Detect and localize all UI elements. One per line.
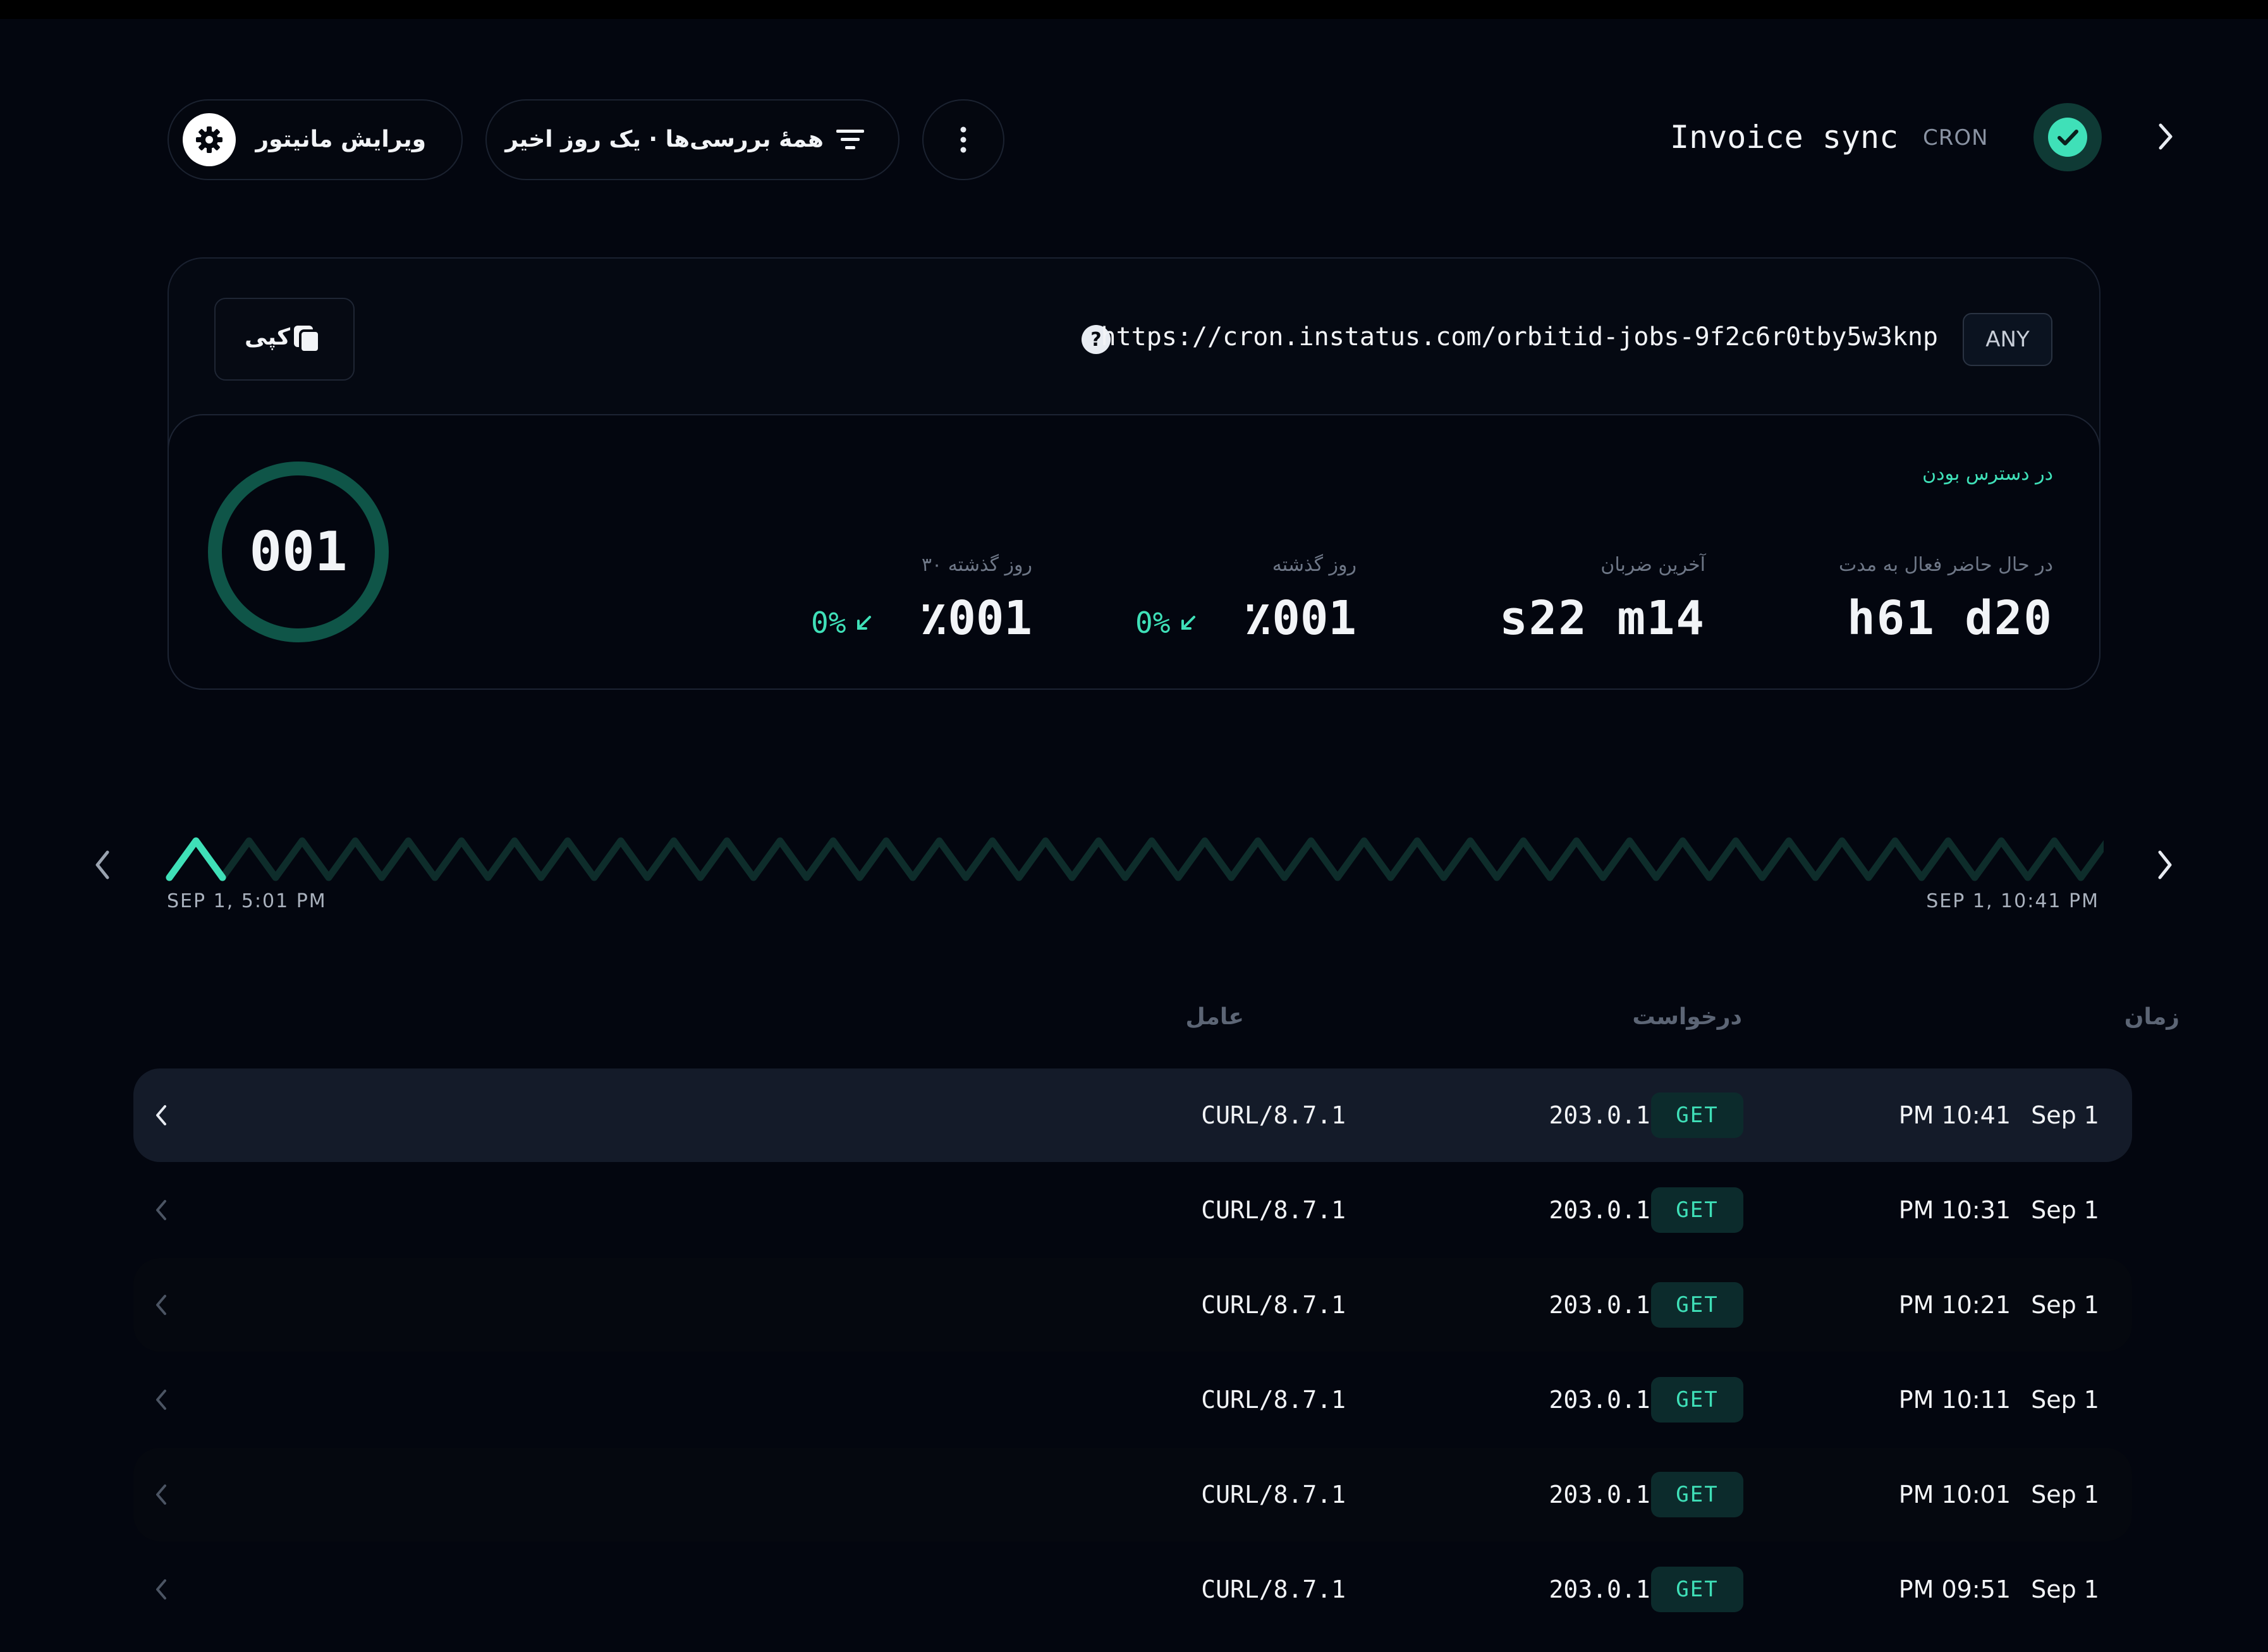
row-method-tag: GET (1651, 1187, 1743, 1233)
row-agent: CURL/8.7.1 (1201, 1101, 1346, 1129)
row-date: Sep 1 (2031, 1101, 2099, 1129)
row-method-tag: GET (1651, 1092, 1743, 1138)
row-date: Sep 1 (2031, 1386, 2099, 1414)
gear-icon (183, 113, 236, 166)
row-date: Sep 1 (2031, 1196, 2099, 1224)
availability-label: در دسترس بودن (1922, 463, 2053, 485)
more-vertical-icon (960, 126, 966, 153)
past-30-days-label: ۳۰ روز گذشته (921, 554, 1032, 576)
past-30-days-value: ٪001 (919, 591, 1032, 646)
filter-button[interactable]: همهٔ بررسی‌ها · یک روز اخیر (485, 99, 899, 180)
table-row[interactable]: CURL/8.7.1 203.0.113.42 GET PM 10:41 Sep 1 (133, 1068, 2132, 1162)
chevron-right-icon[interactable] (2152, 847, 2178, 883)
more-options-button[interactable] (922, 99, 1004, 180)
heartbeat-timeline[interactable] (166, 835, 2104, 888)
chevron-left-icon[interactable] (152, 1103, 169, 1128)
last-heartbeat-value: s22 m14 (1499, 591, 1705, 646)
row-method-tag: GET (1651, 1377, 1743, 1423)
row-time: PM 10:31 (1898, 1196, 2011, 1224)
chevron-left-icon[interactable] (90, 847, 115, 883)
copy-label: کپی (245, 324, 291, 350)
table-row[interactable]: CURL/8.7.1 203.0.113.42 GET PM 10:31 Sep 1 (133, 1163, 2132, 1257)
table-row[interactable]: CURL/8.7.1 203.0.113.42 GET PM 10:11 Sep 1 (133, 1353, 2132, 1447)
row-time: PM 10:41 (1898, 1101, 2011, 1129)
chevron-left-icon[interactable] (152, 1292, 169, 1318)
monitor-type-tag: CRON (1923, 125, 1989, 150)
chevron-left-icon[interactable] (152, 1387, 169, 1412)
filter-label: همهٔ بررسی‌ها · یک روز اخیر (505, 126, 824, 152)
chevron-right-icon[interactable] (2154, 120, 2177, 153)
row-date: Sep 1 (2031, 1576, 2099, 1603)
status-panel (168, 414, 2100, 690)
past-day-label: روز گذشته (1272, 554, 1357, 576)
table-row[interactable]: CURL/8.7.1 203.0.113.42 GET PM 10:21 Sep 1 (133, 1258, 2132, 1352)
row-agent: CURL/8.7.1 (1201, 1196, 1346, 1224)
row-time: PM 09:51 (1898, 1576, 2011, 1603)
arrow-down-left-icon (1181, 616, 1195, 630)
timeline-start-label: SEP 1, 5:01 PM (167, 890, 327, 912)
row-time: PM 10:21 (1898, 1291, 2011, 1319)
row-agent: CURL/8.7.1 (1201, 1576, 1346, 1603)
row-agent: CURL/8.7.1 (1201, 1291, 1346, 1319)
monitor-title: Invoice sync (1670, 119, 1899, 156)
status-ok-badge (2033, 103, 2102, 171)
row-date: Sep 1 (2031, 1291, 2099, 1319)
row-date: Sep 1 (2031, 1481, 2099, 1508)
filter-icon (836, 130, 864, 149)
active-for-value: h61 d20 (1847, 591, 2053, 646)
table-row[interactable]: CURL/8.7.1 203.0.113.42 GET PM 10:01 Sep 1 (133, 1448, 2132, 1541)
chevron-left-icon[interactable] (152, 1577, 169, 1602)
copy-icon (294, 326, 320, 353)
edit-monitor-label: ویرایش مانیتور (255, 126, 426, 152)
row-agent: CURL/8.7.1 (1201, 1386, 1346, 1414)
past-30-days-delta: 0% (811, 606, 846, 640)
uptime-ring-value: 001 (249, 520, 348, 584)
column-header-time: زمان (2124, 1004, 2180, 1030)
row-method-tag: GET (1651, 1472, 1743, 1517)
row-agent: CURL/8.7.1 (1201, 1481, 1346, 1508)
last-heartbeat-label: آخرین ضربان (1600, 554, 1705, 576)
copy-button[interactable]: کپی (214, 298, 355, 381)
active-for-label: در حال حاضر فعال به مدت (1839, 554, 2053, 576)
past-day-delta: 0% (1135, 606, 1171, 640)
timeline-end-label: SEP 1, 10:41 PM (1926, 890, 2099, 912)
chevron-left-icon[interactable] (152, 1482, 169, 1507)
column-header-agent: عامل (1185, 1004, 1244, 1030)
row-time: PM 10:11 (1898, 1386, 2011, 1414)
row-method-tag: GET (1651, 1282, 1743, 1328)
past-day-value: ٪001 (1243, 591, 1357, 646)
row-method-tag: GET (1651, 1567, 1743, 1612)
column-header-request: درخواست (1632, 1004, 1742, 1030)
window-top-bar (0, 0, 2268, 19)
chevron-left-icon[interactable] (152, 1197, 169, 1223)
arrow-down-left-icon (857, 616, 871, 630)
endpoint-url[interactable]: https://cron.instatus.com/orbitid-jobs-9… (1100, 322, 1938, 352)
svg-text:?: ? (1090, 329, 1101, 351)
table-row[interactable]: CURL/8.7.1 203.0.113.42 GET PM 09:51 Sep 1 (133, 1543, 2132, 1636)
row-time: PM 10:01 (1898, 1481, 2011, 1508)
check-icon (2058, 130, 2078, 145)
edit-monitor-button[interactable]: ویرایش مانیتور (168, 99, 463, 180)
method-tag: ANY (1963, 313, 2052, 366)
